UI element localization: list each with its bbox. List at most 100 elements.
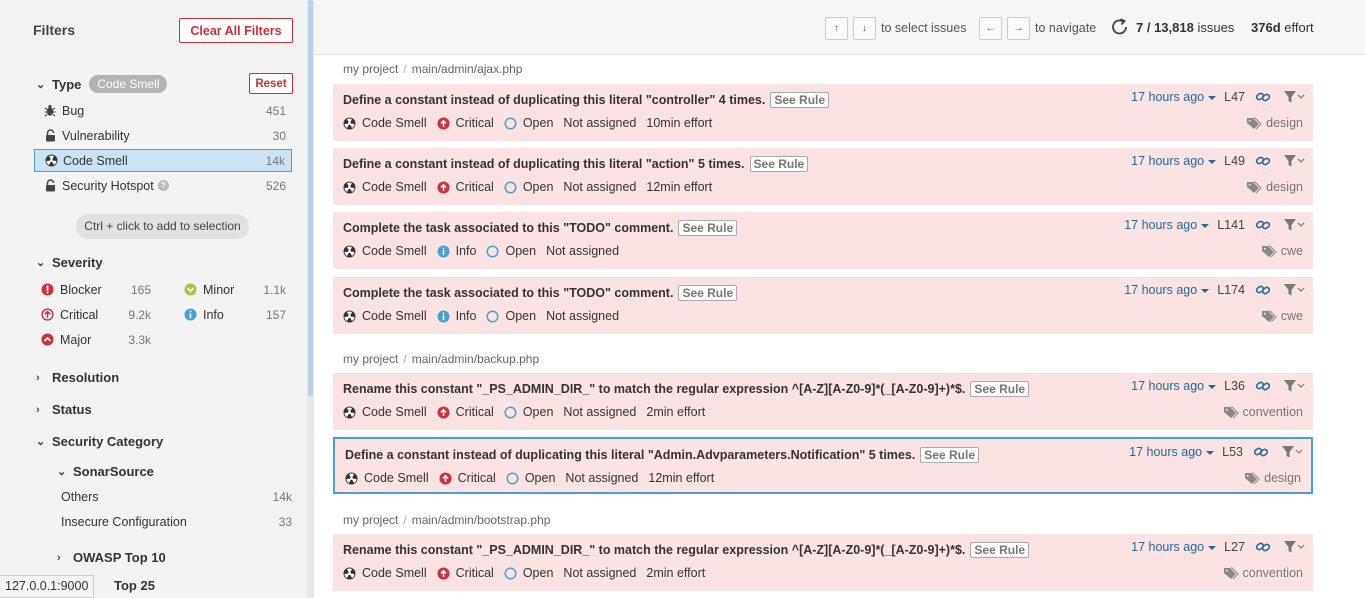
issue-message[interactable]: Complete the task associated to this "TO… <box>343 221 673 235</box>
issue-message[interactable]: Complete the task associated to this "TO… <box>343 286 673 300</box>
issue-tags[interactable]: design <box>1246 180 1303 194</box>
status-facet-header[interactable]: › Status <box>36 402 92 417</box>
issue-tags[interactable]: convention <box>1223 566 1303 580</box>
file-path[interactable]: main/admin/ajax.php <box>412 62 523 76</box>
project-name[interactable]: my project <box>343 62 398 76</box>
issue-status[interactable]: Open <box>506 471 555 485</box>
see-rule-button[interactable]: See Rule <box>749 156 809 172</box>
severity-info[interactable]: Info 157 <box>184 308 286 322</box>
issue-tags[interactable]: convention <box>1223 405 1303 419</box>
help-icon[interactable]: ? <box>157 180 169 191</box>
issue-status[interactable]: Open <box>504 116 553 130</box>
issue-effort[interactable]: 12min effort <box>648 471 714 485</box>
permalink-icon[interactable] <box>1255 154 1271 168</box>
issue-severity[interactable]: Critical <box>437 405 494 419</box>
file-breadcrumb[interactable]: my project / main/admin/bootstrap.php <box>343 513 550 527</box>
facet-type-vulnerability[interactable]: Vulnerability 30 <box>34 124 292 147</box>
issue-effort[interactable]: 12min effort <box>646 180 712 194</box>
security-category-facet-header[interactable]: ⌄ Security Category <box>36 434 163 449</box>
issue-date-dropdown[interactable]: 17 hours ago <box>1131 540 1216 554</box>
issue-severity[interactable]: Critical <box>437 116 494 130</box>
issue-assignee[interactable]: Not assigned <box>565 471 638 485</box>
issue-status[interactable]: Open <box>486 244 536 258</box>
facet-security-others[interactable]: Others 14k <box>61 490 292 504</box>
issue-tags[interactable]: design <box>1246 116 1303 130</box>
issue-date-dropdown[interactable]: 17 hours ago <box>1131 379 1216 393</box>
facet-type-bug[interactable]: Bug 451 <box>34 99 292 122</box>
permalink-icon[interactable] <box>1255 540 1271 554</box>
issue-row[interactable]: Rename this constant "_PS_ADMIN_DIR_" to… <box>333 373 1313 430</box>
type-facet-header[interactable]: ⌄ Type Code Smell <box>36 75 168 93</box>
issue-status[interactable]: Open <box>504 405 553 419</box>
issue-status[interactable]: Open <box>504 180 553 194</box>
issue-status[interactable]: Open <box>504 566 553 580</box>
project-name[interactable]: my project <box>343 352 398 366</box>
file-breadcrumb[interactable]: my project / main/admin/ajax.php <box>343 62 522 76</box>
filter-similar-icon[interactable] <box>1281 445 1303 459</box>
issue-message[interactable]: Rename this constant "_PS_ADMIN_DIR_" to… <box>343 382 965 396</box>
sidebar-scrollbar[interactable] <box>307 0 314 598</box>
issue-type[interactable]: Code Smell <box>343 244 427 258</box>
issue-date-dropdown[interactable]: 17 hours ago <box>1124 218 1209 232</box>
filter-similar-icon[interactable] <box>1283 90 1305 104</box>
issue-message[interactable]: Define a constant instead of duplicating… <box>343 157 745 171</box>
issue-type[interactable]: Code Smell <box>343 309 427 323</box>
issue-severity[interactable]: Info <box>437 309 476 323</box>
see-rule-button[interactable]: See Rule <box>970 542 1030 558</box>
severity-major[interactable]: Major 3.3k <box>41 333 151 347</box>
file-path[interactable]: main/admin/backup.php <box>412 352 539 366</box>
issue-row[interactable]: Define a constant instead of duplicating… <box>333 437 1313 494</box>
scrollbar-thumb[interactable] <box>308 0 313 396</box>
owasp-subfacet-header[interactable]: › OWASP Top 10 <box>57 550 166 565</box>
permalink-icon[interactable] <box>1255 90 1271 104</box>
issue-message[interactable]: Define a constant instead of duplicating… <box>345 448 915 462</box>
see-rule-button[interactable]: See Rule <box>770 92 830 108</box>
filter-similar-icon[interactable] <box>1283 218 1305 232</box>
issue-tags[interactable]: cwe <box>1261 309 1303 323</box>
issue-effort[interactable]: 2min effort <box>646 405 705 419</box>
issue-type[interactable]: Code Smell <box>343 566 427 580</box>
see-rule-button[interactable]: See Rule <box>678 285 738 301</box>
sonarsource-subfacet-header[interactable]: ⌄ SonarSource <box>57 464 154 479</box>
filter-similar-icon[interactable] <box>1283 540 1305 554</box>
severity-blocker[interactable]: Blocker 165 <box>41 283 151 297</box>
see-rule-button[interactable]: See Rule <box>920 447 979 463</box>
file-breadcrumb[interactable]: my project / main/admin/backup.php <box>343 352 539 366</box>
issue-severity[interactable]: Info <box>437 244 476 258</box>
filter-similar-icon[interactable] <box>1283 283 1305 297</box>
file-path[interactable]: main/admin/bootstrap.php <box>412 513 551 527</box>
issue-row[interactable]: Define a constant instead of duplicating… <box>333 84 1313 141</box>
issue-effort[interactable]: 2min effort <box>646 566 705 580</box>
reload-icon[interactable] <box>1109 16 1131 38</box>
issue-row[interactable]: Rename this constant "_PS_ADMIN_DIR_" to… <box>333 534 1313 591</box>
issue-assignee[interactable]: Not assigned <box>546 309 619 323</box>
permalink-icon[interactable] <box>1255 283 1271 297</box>
issue-date-dropdown[interactable]: 17 hours ago <box>1124 283 1209 297</box>
issue-status[interactable]: Open <box>486 309 536 323</box>
issue-date-dropdown[interactable]: 17 hours ago <box>1129 445 1214 459</box>
issue-severity[interactable]: Critical <box>437 566 494 580</box>
issue-type[interactable]: Code Smell <box>343 116 427 130</box>
severity-facet-header[interactable]: ⌄ Severity <box>36 255 103 270</box>
type-reset-button[interactable]: Reset <box>249 73 293 94</box>
issue-severity[interactable]: Critical <box>437 180 494 194</box>
issue-message[interactable]: Rename this constant "_PS_ADMIN_DIR_" to… <box>343 543 965 557</box>
issue-type[interactable]: Code Smell <box>343 405 427 419</box>
facet-type-security-hotspot[interactable]: Security Hotspot ? 526 <box>34 174 292 197</box>
permalink-icon[interactable] <box>1255 379 1271 393</box>
filter-similar-icon[interactable] <box>1283 154 1305 168</box>
issue-tags[interactable]: cwe <box>1261 244 1303 258</box>
severity-minor[interactable]: Minor 1.1k <box>184 283 286 297</box>
issue-assignee[interactable]: Not assigned <box>563 116 636 130</box>
issue-date-dropdown[interactable]: 17 hours ago <box>1131 154 1216 168</box>
issue-assignee[interactable]: Not assigned <box>546 244 619 258</box>
issue-severity[interactable]: Critical <box>439 471 496 485</box>
issue-assignee[interactable]: Not assigned <box>563 566 636 580</box>
issue-type[interactable]: Code Smell <box>343 180 427 194</box>
clear-all-filters-button[interactable]: Clear All Filters <box>179 18 293 43</box>
issue-effort[interactable]: 10min effort <box>646 116 712 130</box>
permalink-icon[interactable] <box>1253 445 1269 459</box>
project-name[interactable]: my project <box>343 513 398 527</box>
issue-row[interactable]: Complete the task associated to this "TO… <box>333 212 1313 269</box>
filter-similar-icon[interactable] <box>1283 379 1305 393</box>
